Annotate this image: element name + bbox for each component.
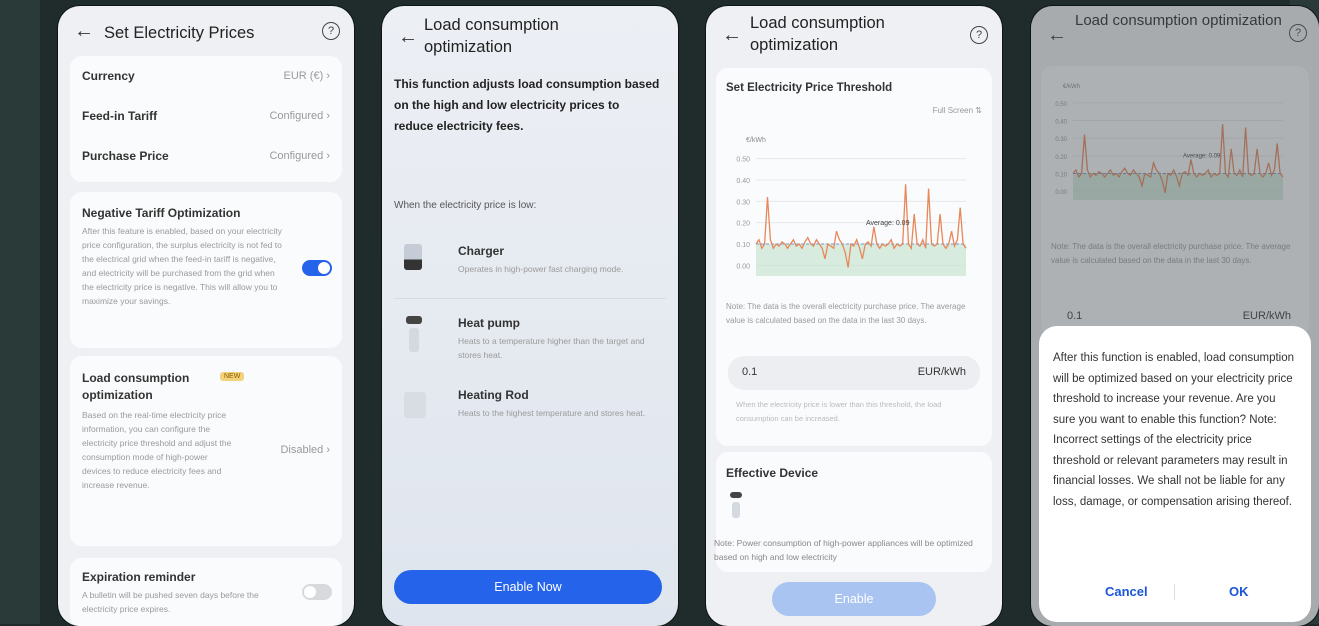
y-tick-label: 0.20 — [736, 221, 750, 228]
price-chart: €/kWh 0.50 0.40 0.30 0.20 0.10 0.00 Average: 0.… — [736, 137, 967, 276]
y-tick-label: 0.40 — [736, 178, 750, 185]
effective-device-title: Effective Device — [726, 466, 819, 480]
negative-tariff-card: Negative Tariff Optimization After this … — [70, 192, 342, 348]
average-label: Average: 0.09 — [866, 220, 910, 227]
threshold-value: 0.1 — [742, 366, 758, 378]
charger-icon — [404, 244, 422, 270]
load-optimization-desc: Based on the real-time electricity price… — [82, 410, 232, 490]
help-icon[interactable]: ? — [970, 26, 988, 44]
page-title: Set Electricity Prices — [104, 24, 255, 42]
row-label: Purchase Price — [82, 149, 169, 163]
y-tick-label: 0.50 — [736, 157, 750, 164]
back-arrow-icon[interactable]: ← — [398, 26, 418, 49]
negative-tariff-desc: After this feature is enabled, based on … — [82, 226, 282, 306]
row-value: Configured › — [269, 150, 330, 162]
when-low-label: When the electricity price is low: — [394, 200, 537, 211]
back-arrow-icon[interactable]: ← — [74, 20, 94, 43]
list-item: Charger Operates in high-power fast char… — [394, 230, 666, 299]
cancel-button[interactable]: Cancel — [1105, 584, 1148, 599]
list-item: Heat pump Heats to a temperature higher … — [394, 302, 666, 370]
heat-pump-tank-icon — [732, 502, 740, 518]
row-label: Feed-in Tariff — [82, 109, 158, 123]
phone-screen-set-electricity-prices: ← Set Electricity Prices ? Currency EUR … — [58, 6, 354, 626]
confirm-dialog: After this function is enabled, load con… — [1039, 326, 1311, 622]
chart-note: Note: The data is the overall electricit… — [726, 302, 966, 325]
view-selector[interactable]: Full Screen ⇅ — [933, 106, 982, 115]
phone-screen-confirm-dialog: ← Load consumption optimization ? €/kWh 0… — [1031, 6, 1319, 626]
device-desc: Heats to the highest temperature and sto… — [458, 408, 646, 418]
heat-pump-icon — [406, 316, 422, 324]
threshold-card: Set Electricity Price Threshold Full Scr… — [716, 68, 992, 446]
row-label: Currency — [82, 69, 135, 83]
header: ← Load consumption optimization — [382, 6, 678, 66]
row-value: EUR (€) › — [283, 70, 330, 82]
back-arrow-icon[interactable]: ← — [722, 24, 742, 47]
threshold-input[interactable]: 0.1 EUR/kWh — [728, 356, 980, 390]
toggle-knob — [304, 586, 316, 598]
feed-in-tariff-row[interactable]: Feed-in Tariff Configured › — [82, 96, 330, 136]
background — [0, 0, 40, 624]
bottom-note: Note: Power consumption of high-power ap… — [714, 538, 973, 562]
intro-text: This function adjusts load consumption b… — [394, 77, 660, 133]
heat-pump-icon — [730, 492, 742, 498]
heat-pump-tank-icon — [409, 328, 419, 352]
device-name: Heating Rod — [458, 388, 529, 402]
expiration-toggle[interactable] — [302, 584, 332, 600]
new-badge: NEW — [220, 372, 245, 381]
toggle-knob — [318, 262, 330, 274]
load-optimization-card[interactable]: Load consumption optimization NEW Based … — [70, 356, 342, 546]
enable-button[interactable]: Enable — [772, 582, 936, 616]
enable-now-button[interactable]: Enable Now — [394, 570, 662, 604]
threshold-hint: When the electricity price is lower than… — [736, 400, 942, 423]
dialog-message: After this function is enabled, load con… — [1053, 352, 1295, 508]
phone-screen-threshold: ← Load consumption optimization ? Set El… — [706, 6, 1002, 626]
negative-tariff-toggle[interactable] — [302, 260, 332, 276]
price-settings-card: Currency EUR (€) › Feed-in Tariff Config… — [70, 56, 342, 182]
load-optimization-title: Load consumption optimization — [82, 371, 190, 402]
y-tick-label: 0.00 — [736, 263, 750, 270]
device-desc: Operates in high-power fast charging mod… — [458, 264, 624, 274]
phone-screen-load-optimization-intro: ← Load consumption optimization This fun… — [382, 6, 678, 626]
threshold-unit: EUR/kWh — [917, 366, 966, 378]
y-tick-label: 0.10 — [736, 242, 750, 249]
load-optimization-status: Disabled › — [280, 444, 330, 456]
page-title: Load consumption optimization — [750, 14, 885, 54]
device-name: Heat pump — [458, 316, 521, 330]
ok-button[interactable]: OK — [1229, 584, 1249, 599]
y-axis-label: €/kWh — [746, 137, 766, 144]
section-title: Set Electricity Price Threshold — [726, 82, 893, 94]
device-desc: Heats to a temperature higher than the t… — [458, 336, 645, 360]
device-name: Charger — [458, 244, 505, 258]
purchase-price-row[interactable]: Purchase Price Configured › — [82, 136, 330, 176]
expiration-title: Expiration reminder — [82, 570, 196, 584]
currency-row[interactable]: Currency EUR (€) › — [82, 56, 330, 96]
heating-rod-icon — [404, 392, 426, 418]
list-item: Heating Rod Heats to the highest tempera… — [394, 374, 666, 442]
dialog-divider — [1174, 584, 1175, 600]
help-icon[interactable]: ? — [322, 22, 340, 40]
row-value: Configured › — [269, 110, 330, 122]
header: ← Load consumption optimization ? — [706, 6, 1002, 66]
y-tick-label: 0.30 — [736, 199, 750, 206]
expiration-desc: A bulletin will be pushed seven days bef… — [82, 590, 259, 614]
page-title: Load consumption optimization — [424, 16, 559, 56]
negative-tariff-title: Negative Tariff Optimization — [82, 206, 241, 220]
expiration-reminder-card: Expiration reminder A bulletin will be p… — [70, 558, 342, 626]
